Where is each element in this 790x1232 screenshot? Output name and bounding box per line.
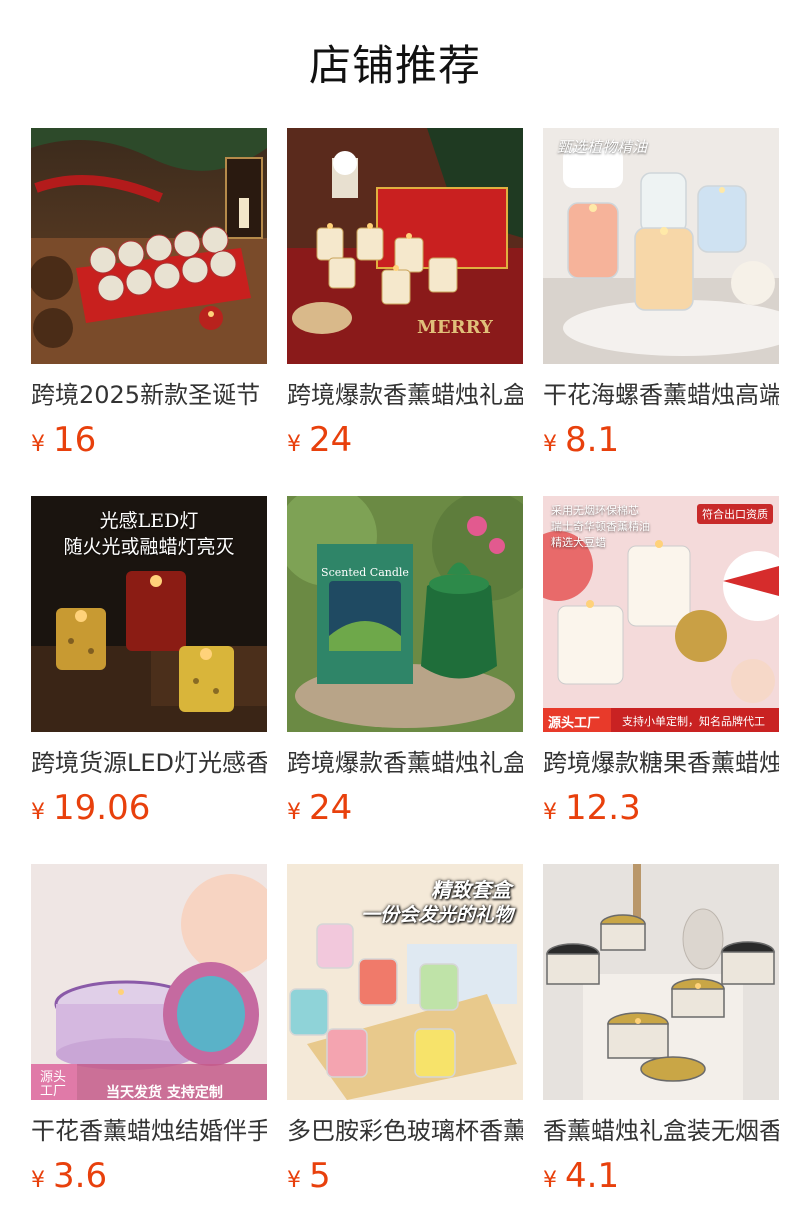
- product-card[interactable]: 精致套盒 一份会发光的礼物 多巴胺彩色玻璃杯香薰 ¥5: [287, 864, 523, 1232]
- product-name[interactable]: 干花香薰蜡烛结婚伴手礼: [31, 1114, 267, 1148]
- currency-symbol: ¥: [287, 432, 301, 457]
- product-image[interactable]: [31, 128, 267, 364]
- product-price: ¥24: [287, 418, 523, 462]
- price-value: 12.3: [565, 788, 641, 828]
- factory-banner-label: 源头工厂: [40, 1070, 67, 1099]
- product-image[interactable]: MERRY: [287, 128, 523, 364]
- price-value: 16: [53, 420, 97, 460]
- currency-symbol: ¥: [543, 432, 557, 457]
- product-image[interactable]: 精致套盒 一份会发光的礼物: [287, 864, 523, 1100]
- image-overlay-text: 甄选植物精油: [557, 138, 648, 156]
- product-name[interactable]: 跨境2025新款圣诞节: [31, 378, 267, 412]
- price-value: 24: [309, 420, 353, 460]
- product-card[interactable]: MERRY 跨境爆款香薰蜡烛礼盒 ¥24: [287, 128, 523, 496]
- product-price: ¥4.1: [543, 1154, 779, 1198]
- product-name[interactable]: 香薰蜡烛礼盒装无烟香薰: [543, 1114, 779, 1148]
- image-overlay-line-1: 采用无烟环保棉芯: [551, 504, 639, 517]
- price-value: 8.1: [565, 420, 620, 460]
- product-image[interactable]: Scented Candle: [287, 496, 523, 732]
- product-image[interactable]: 源头工厂 当天发货 支持定制: [31, 864, 267, 1100]
- product-price: ¥24: [287, 786, 523, 830]
- price-value: 24: [309, 788, 353, 828]
- currency-symbol: ¥: [543, 800, 557, 825]
- product-card[interactable]: 光感LED灯 随火光或融蜡灯亮灭 跨境货源LED灯光感香薰 ¥19.06: [31, 496, 267, 864]
- product-card[interactable]: Scented Candle 跨境爆款香薰蜡烛礼盒 ¥24: [287, 496, 523, 864]
- product-image[interactable]: 光感LED灯 随火光或融蜡灯亮灭: [31, 496, 267, 732]
- currency-symbol: ¥: [31, 800, 45, 825]
- image-overlay-line-1: 精致套盒: [431, 878, 511, 902]
- price-value: 5: [309, 1156, 331, 1196]
- product-name[interactable]: 跨境货源LED灯光感香薰: [31, 746, 267, 780]
- product-price: ¥5: [287, 1154, 523, 1198]
- currency-symbol: ¥: [543, 1168, 557, 1193]
- export-qualified-badge: 符合出口资质: [697, 504, 773, 524]
- product-name[interactable]: 跨境爆款糖果香薰蜡烛: [543, 746, 779, 780]
- product-card[interactable]: 符合出口资质 采用无烟环保棉芯 瑞士奇华顿香薰精油 精选大豆蜡 源头工厂 支持小…: [543, 496, 779, 864]
- price-value: 19.06: [53, 788, 151, 828]
- product-grid: 跨境2025新款圣诞节 ¥16 MERRY 跨境爆款香薰蜡烛礼盒 ¥ 24 甄选…: [31, 128, 779, 1232]
- image-overlay-line-1: 光感LED灯: [99, 510, 199, 532]
- product-card[interactable]: 甄选植物精油 干花海螺香薰蜡烛高端 ¥8.1: [543, 128, 779, 496]
- product-image[interactable]: 甄选植物精油: [543, 128, 779, 364]
- price-value: 3.6: [53, 1156, 108, 1196]
- product-price: ¥8.1: [543, 418, 779, 462]
- product-price: ¥19.06: [31, 786, 267, 830]
- page-title: 店铺推荐: [308, 41, 481, 90]
- product-price: ¥12.3: [543, 786, 779, 830]
- product-card[interactable]: 源头工厂 当天发货 支持定制 干花香薰蜡烛结婚伴手礼 ¥3.6: [31, 864, 267, 1232]
- currency-symbol: ¥: [31, 432, 45, 457]
- product-name[interactable]: 干花海螺香薰蜡烛高端: [543, 378, 779, 412]
- product-image[interactable]: [543, 864, 779, 1100]
- image-overlay-line-2: 一份会发光的礼物: [360, 904, 513, 926]
- store-recommendations-page: 店铺推荐 跨境2025新款圣诞节 ¥ 16 MERRY 跨境爆款香薰蜡烛礼盒 ¥…: [0, 0, 790, 1232]
- image-overlay-line-2: 随火光或融蜡灯亮灭: [63, 536, 235, 558]
- price-value: 4.1: [565, 1156, 620, 1196]
- svg-text:MERRY: MERRY: [417, 317, 494, 338]
- product-price: ¥16: [31, 418, 267, 462]
- image-overlay-line-3: 精选大豆蜡: [551, 536, 606, 549]
- factory-banner-text: 支持小单定制，知名品牌代工: [622, 715, 765, 728]
- currency-symbol: ¥: [287, 800, 301, 825]
- product-name[interactable]: 多巴胺彩色玻璃杯香薰: [287, 1114, 523, 1148]
- product-name[interactable]: 跨境爆款香薰蜡烛礼盒: [287, 378, 523, 412]
- currency-symbol: ¥: [31, 1168, 45, 1193]
- image-overlay-line-2: 瑞士奇华顿香薰精油: [551, 520, 650, 533]
- factory-banner-label: 源头工厂: [548, 716, 601, 731]
- currency-symbol: ¥: [287, 1168, 301, 1193]
- factory-banner-text: 当天发货 支持定制: [106, 1085, 223, 1100]
- product-image[interactable]: 符合出口资质 采用无烟环保棉芯 瑞士奇华顿香薰精油 精选大豆蜡 源头工厂 支持小…: [543, 496, 779, 732]
- product-card[interactable]: 跨境2025新款圣诞节 ¥16: [31, 128, 267, 496]
- image-overlay-text: Scented Candle: [321, 566, 409, 579]
- product-card[interactable]: 香薰蜡烛礼盒装无烟香薰 ¥4.1: [543, 864, 779, 1232]
- product-price: ¥3.6: [31, 1154, 267, 1198]
- product-name[interactable]: 跨境爆款香薰蜡烛礼盒: [287, 746, 523, 780]
